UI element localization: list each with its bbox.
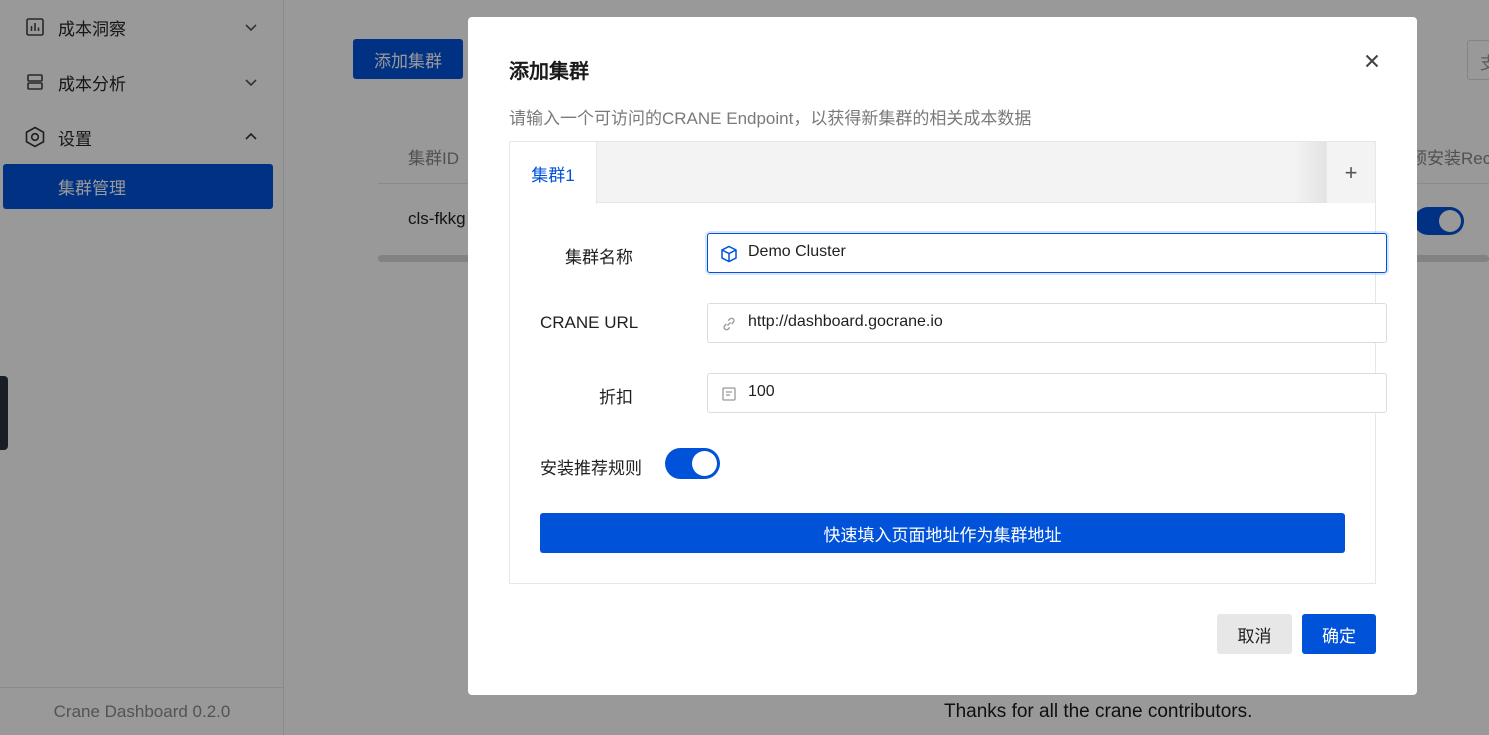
crane-url-value: http://dashboard.gocrane.io bbox=[748, 313, 943, 330]
cancel-button[interactable]: 取消 bbox=[1217, 614, 1292, 654]
dialog-title: 添加集群 bbox=[509, 61, 589, 83]
confirm-button[interactable]: 确定 bbox=[1302, 614, 1376, 654]
discount-label: 折扣 bbox=[599, 388, 633, 407]
discount-value: 100 bbox=[748, 383, 775, 400]
cluster-name-input[interactable]: Demo Cluster bbox=[707, 233, 1387, 273]
cluster-tabs: 集群1 + 集群名称 Demo Cluster CRANE URL http:/… bbox=[509, 141, 1387, 584]
document-icon bbox=[719, 384, 739, 404]
discount-input[interactable]: 100 bbox=[707, 373, 1387, 413]
tab-cluster-1[interactable]: 集群1 bbox=[510, 142, 597, 204]
install-rules-label: 安装推荐规则 bbox=[540, 459, 642, 478]
link-icon bbox=[719, 314, 739, 334]
tab-bar bbox=[510, 142, 1375, 203]
tab-scroll-fade bbox=[1295, 142, 1326, 203]
cluster-name-value: Demo Cluster bbox=[748, 243, 846, 260]
dialog-description: 请输入一个可访问的CRANE Endpoint，以获得新集群的相关成本数据 bbox=[509, 109, 1032, 128]
cube-icon bbox=[719, 244, 739, 264]
install-rules-switch[interactable] bbox=[665, 448, 720, 479]
add-tab-button[interactable]: + bbox=[1326, 142, 1375, 203]
cluster-name-label: 集群名称 bbox=[565, 248, 633, 267]
add-cluster-dialog: 添加集群 请输入一个可访问的CRANE Endpoint，以获得新集群的相关成本… bbox=[468, 17, 1417, 695]
quick-fill-button[interactable]: 快速填入页面地址作为集群地址 bbox=[540, 513, 1345, 553]
crane-url-label: CRANE URL bbox=[540, 313, 639, 332]
close-icon[interactable] bbox=[1360, 49, 1384, 73]
crane-url-input[interactable]: http://dashboard.gocrane.io bbox=[707, 303, 1387, 343]
switch-knob bbox=[692, 451, 717, 476]
